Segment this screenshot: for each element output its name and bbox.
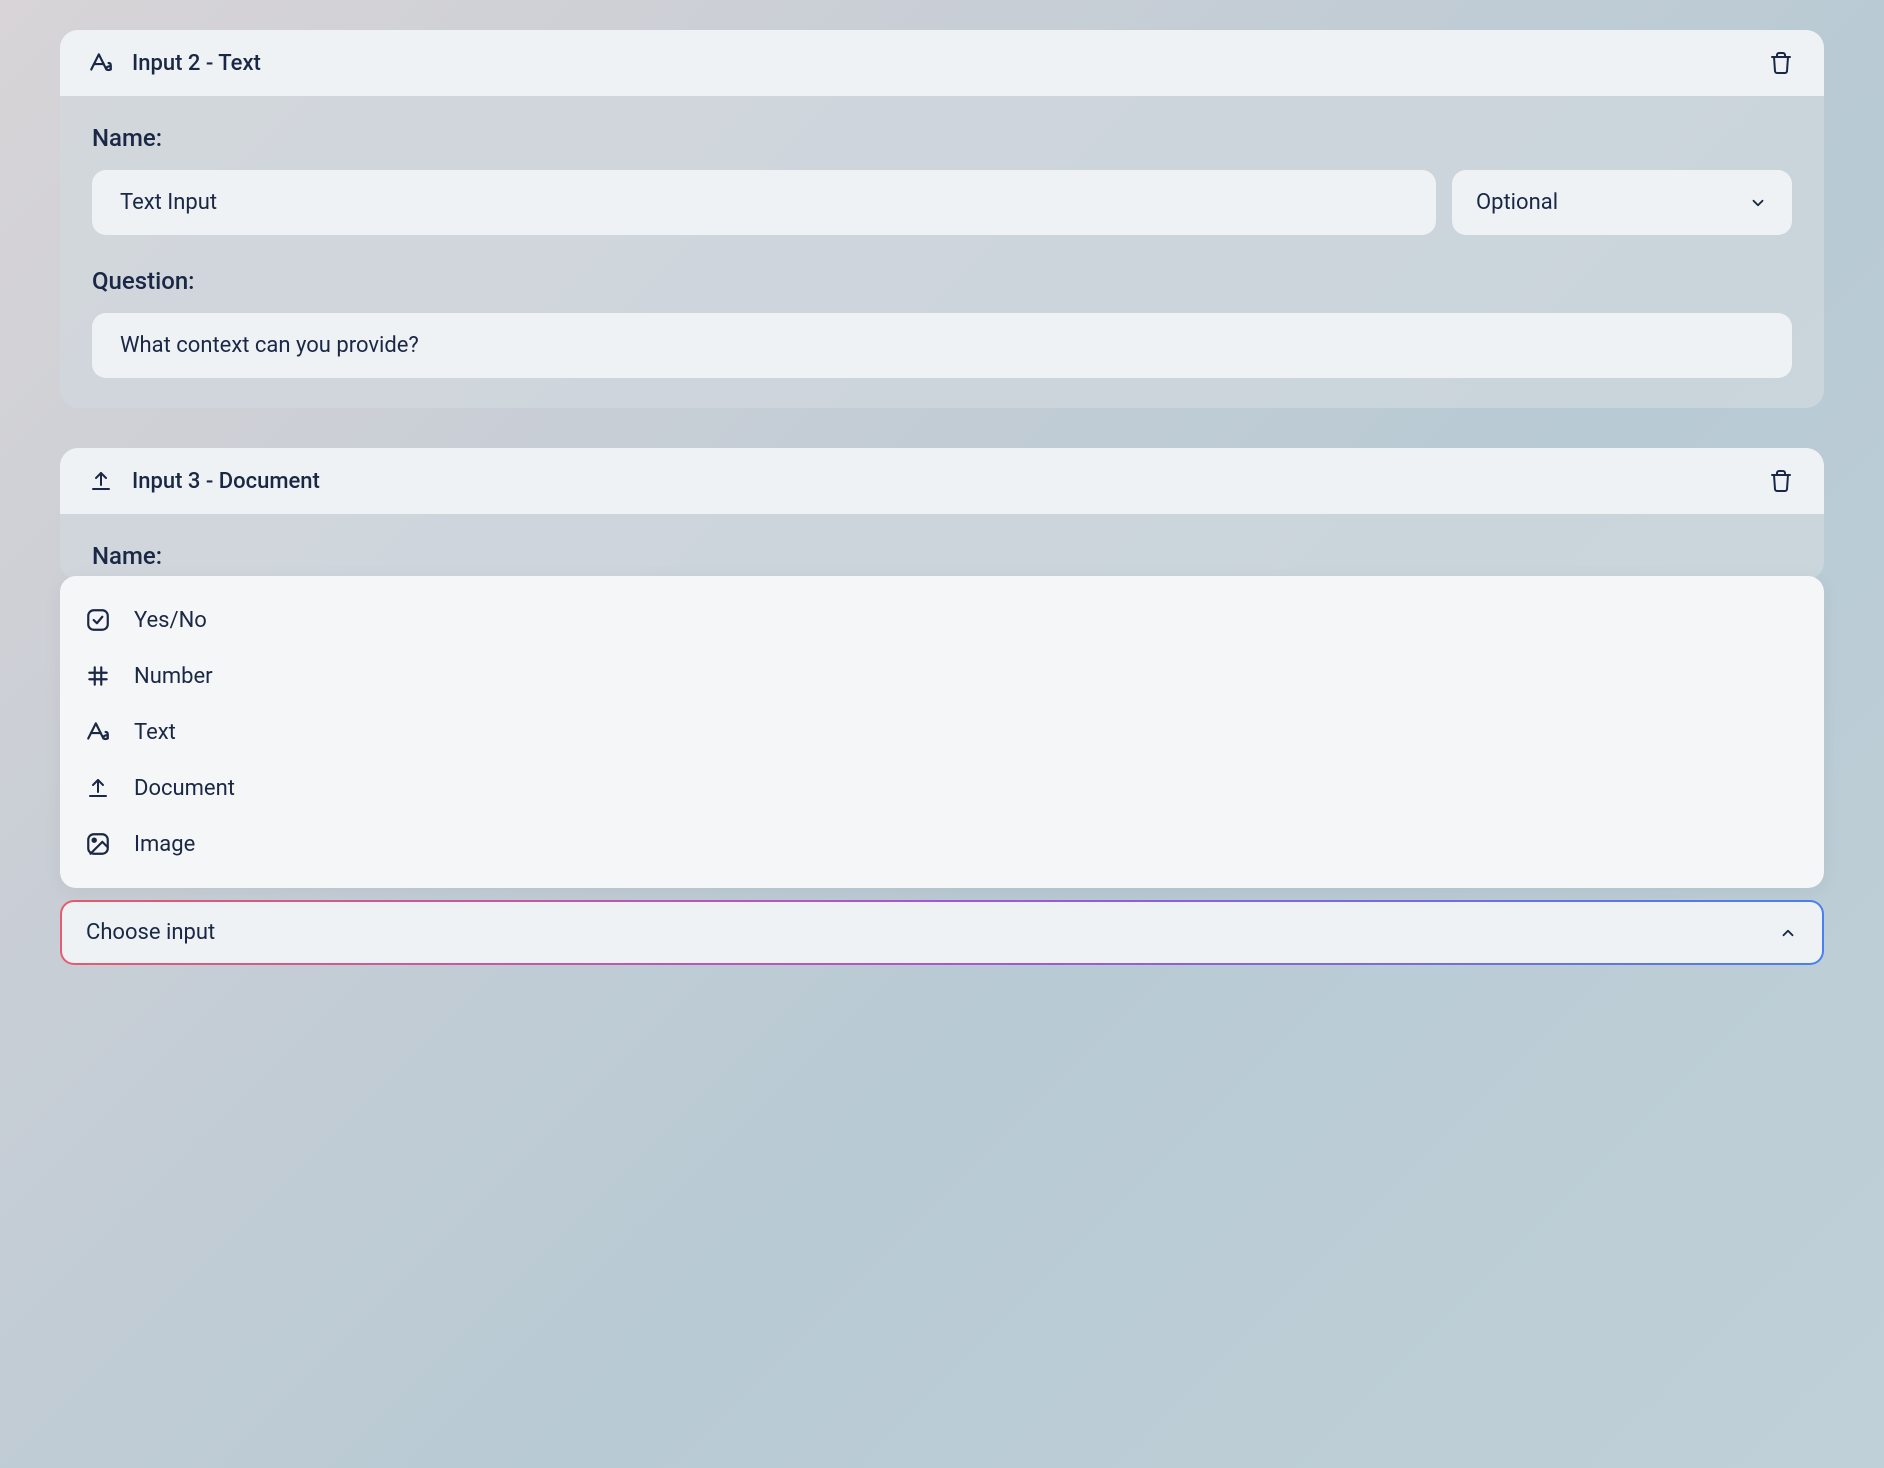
hash-icon — [84, 662, 112, 690]
choose-input-selector[interactable]: Choose input — [60, 900, 1824, 965]
dropdown-label: Yes/No — [134, 608, 207, 633]
upload-icon — [84, 774, 112, 802]
delete-input-2-button[interactable] — [1766, 48, 1796, 78]
text-icon — [88, 50, 114, 76]
requirement-value: Optional — [1476, 190, 1558, 215]
name-row: Optional — [92, 170, 1792, 235]
dropdown-label: Number — [134, 664, 213, 689]
dropdown-label: Text — [134, 720, 176, 745]
name-input[interactable] — [92, 170, 1436, 235]
choose-input-inner: Choose input — [62, 902, 1822, 963]
input-2-title: Input 2 - Text — [132, 51, 261, 76]
input-2-header: Input 2 - Text — [60, 30, 1824, 96]
chevron-down-icon — [1748, 193, 1768, 213]
upload-icon — [88, 468, 114, 494]
image-icon — [84, 830, 112, 858]
question-input[interactable] — [92, 313, 1792, 378]
question-label: Question: — [92, 267, 1792, 295]
checkbox-icon — [84, 606, 112, 634]
name-label: Name: — [92, 124, 1792, 152]
input-3-body: Name: — [60, 514, 1824, 580]
requirement-select[interactable]: Optional — [1452, 170, 1792, 235]
header-left: Input 2 - Text — [88, 50, 261, 76]
dropdown-option-number[interactable]: Number — [68, 648, 1816, 704]
text-icon — [84, 718, 112, 746]
input-3-header: Input 3 - Document — [60, 448, 1824, 514]
input-3-card: Input 3 - Document Name: — [60, 448, 1824, 580]
dropdown-option-image[interactable]: Image — [68, 816, 1816, 872]
choose-input-label: Choose input — [86, 920, 215, 945]
header-left: Input 3 - Document — [88, 468, 320, 494]
dropdown-option-document[interactable]: Document — [68, 760, 1816, 816]
input-2-card: Input 2 - Text Name: Optional Question — [60, 30, 1824, 408]
input-2-body: Name: Optional Question: — [60, 96, 1824, 408]
dropdown-option-yesno[interactable]: Yes/No — [68, 592, 1816, 648]
name-label-3: Name: — [92, 542, 1792, 570]
input-3-title: Input 3 - Document — [132, 469, 320, 494]
input-type-dropdown: Yes/No Number Text — [60, 576, 1824, 888]
dropdown-label: Image — [134, 832, 195, 857]
chevron-up-icon — [1778, 923, 1798, 943]
dropdown-option-text[interactable]: Text — [68, 704, 1816, 760]
delete-input-3-button[interactable] — [1766, 466, 1796, 496]
dropdown-label: Document — [134, 776, 235, 801]
